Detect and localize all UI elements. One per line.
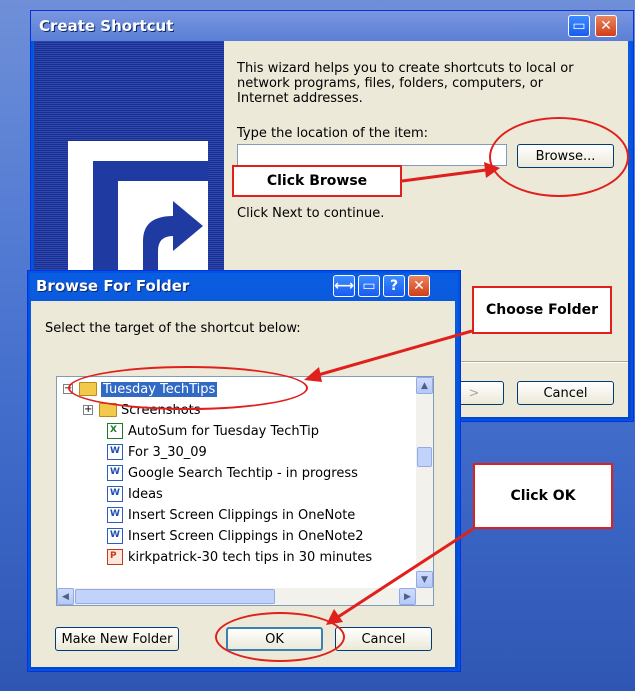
help-icon[interactable]: ? (383, 275, 405, 297)
restore-icon[interactable]: ▭ (568, 15, 590, 37)
scroll-right-icon[interactable]: ▶ (399, 588, 416, 605)
location-input[interactable] (237, 144, 507, 166)
create-shortcut-title: Create Shortcut (39, 17, 174, 35)
folder-tree-view[interactable]: − Tuesday TechTips + Screenshots AutoSum… (56, 376, 434, 606)
scroll-down-icon[interactable]: ▼ (416, 571, 433, 588)
tree-item-file[interactable]: Insert Screen Clippings in OneNote2 (107, 526, 364, 546)
continue-text: Click Next to continue. (237, 206, 385, 221)
tree-item-label: Insert Screen Clippings in OneNote2 (128, 528, 364, 544)
click-browse-callout: Click Browse (232, 165, 402, 197)
vertical-scroll-thumb[interactable] (417, 447, 432, 467)
vertical-scrollbar[interactable]: ▲ ▼ (416, 377, 433, 588)
horizontal-scrollbar[interactable]: ◀ ▶ (57, 588, 433, 605)
tree-item-file[interactable]: Ideas (107, 484, 163, 504)
word-file-icon (107, 444, 123, 460)
word-file-icon (107, 507, 123, 523)
location-label: Type the location of the item: (237, 126, 429, 141)
excel-file-icon (107, 423, 123, 439)
tree-item-label: Insert Screen Clippings in OneNote (128, 507, 356, 523)
browse-folder-dialog: Browse For Folder ⟷ ▭ ? ✕ Select the tar… (27, 270, 461, 672)
expand-icon[interactable]: + (83, 405, 93, 415)
browse-instruction: Select the target of the shortcut below: (45, 321, 301, 336)
tree-item-label: kirkpatrick-30 tech tips in 30 minutes (128, 549, 373, 565)
restore-icon[interactable]: ▭ (358, 275, 380, 297)
tree-item-file[interactable]: Google Search Techtip - in progress (107, 463, 358, 483)
cancel-button[interactable]: Cancel (517, 381, 614, 405)
tree-item-label: Google Search Techtip - in progress (128, 465, 358, 481)
horizontal-scroll-thumb[interactable] (75, 589, 275, 604)
tree-item-file[interactable]: AutoSum for Tuesday TechTip (107, 421, 319, 441)
close-icon[interactable]: ✕ (408, 275, 430, 297)
scroll-up-icon[interactable]: ▲ (416, 377, 433, 394)
browse-folder-title: Browse For Folder (36, 277, 190, 295)
cancel-button[interactable]: Cancel (335, 627, 432, 651)
tree-item-label: For 3_30_09 (128, 444, 207, 460)
tree-item-file[interactable]: Insert Screen Clippings in OneNote (107, 505, 355, 525)
click-ok-callout: Click OK (473, 463, 613, 529)
word-file-icon (107, 465, 123, 481)
choose-folder-callout: Choose Folder (472, 286, 612, 334)
create-shortcut-titlebar: Create Shortcut (31, 11, 633, 41)
make-new-folder-button[interactable]: Make New Folder (55, 627, 179, 651)
scroll-left-icon[interactable]: ◀ (57, 588, 74, 605)
word-file-icon (107, 486, 123, 502)
tree-item-label: Ideas (128, 486, 163, 502)
browse-folder-body: Select the target of the shortcut below:… (31, 301, 455, 667)
tree-item-file[interactable]: For 3_30_09 (107, 442, 207, 462)
tree-item-label: AutoSum for Tuesday TechTip (128, 423, 320, 439)
word-file-icon (107, 528, 123, 544)
powerpoint-file-icon (107, 549, 123, 565)
tree-item-file[interactable]: kirkpatrick-30 tech tips in 30 minutes (107, 547, 372, 567)
move-icon[interactable]: ⟷ (333, 275, 355, 297)
wizard-intro-text: This wizard helps you to create shortcut… (237, 61, 574, 106)
folder-highlight-ellipse (68, 366, 308, 410)
ok-highlight-ellipse (215, 612, 345, 662)
browse-highlight-ellipse (489, 117, 629, 197)
close-icon[interactable]: ✕ (595, 15, 617, 37)
